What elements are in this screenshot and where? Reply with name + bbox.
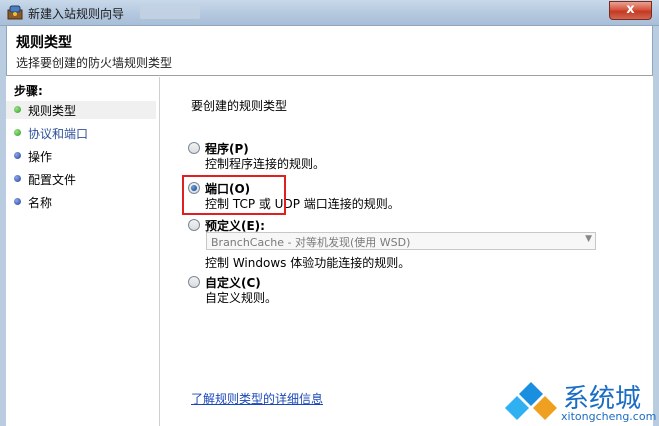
firewall-wizard-icon	[7, 5, 23, 20]
page-subtitle: 选择要创建的防火墙规则类型	[16, 56, 173, 70]
step-status-dot	[14, 129, 21, 136]
wizard-header: 规则类型 选择要创建的防火墙规则类型	[6, 26, 653, 76]
step-action[interactable]: 操作	[6, 147, 156, 165]
step-label: 配置文件	[28, 173, 77, 187]
highlight-annotation	[182, 175, 286, 215]
step-protocol-port[interactable]: 协议和端口	[6, 124, 156, 142]
page-title: 规则类型	[16, 35, 72, 51]
step-label: 协议和端口	[28, 127, 89, 141]
window-title: 新建入站规则向导	[28, 7, 125, 21]
predefined-select-value: BranchCache - 对等机发现(使用 WSD)	[211, 236, 411, 249]
steps-label: 步骤:	[14, 84, 43, 98]
predefined-select[interactable]: BranchCache - 对等机发现(使用 WSD) ▼	[206, 232, 596, 250]
option-desc: 控制 Windows 体验功能连接的规则。	[205, 256, 411, 270]
site-watermark: 系统城 xitongcheng.com	[505, 378, 657, 424]
step-label: 规则类型	[28, 104, 77, 118]
step-status-dot	[14, 175, 21, 182]
radio-custom[interactable]	[188, 276, 200, 288]
main-content: 要创建的规则类型 程序(P) 控制程序连接的规则。 端口(O) 控制 TCP 或…	[161, 77, 653, 426]
step-status-dot	[14, 106, 21, 113]
radio-predefined[interactable]	[188, 219, 200, 231]
title-bar: 新建入站规则向导 x	[0, 0, 659, 26]
option-desc: 自定义规则。	[205, 291, 278, 305]
steps-pane: 步骤: 规则类型 协议和端口 操作 配置文件 名称	[6, 77, 160, 426]
blurred-region	[140, 6, 200, 19]
rule-type-question: 要创建的规则类型	[191, 99, 288, 113]
radio-program[interactable]	[188, 142, 200, 154]
chevron-down-icon: ▼	[585, 234, 592, 244]
close-button[interactable]: x	[609, 1, 652, 20]
step-label: 名称	[28, 196, 53, 210]
step-status-dot	[14, 152, 21, 159]
learn-more-link[interactable]: 了解规则类型的详细信息	[191, 390, 323, 407]
step-rule-type[interactable]: 规则类型	[6, 101, 156, 119]
watermark-url: xitongcheng.com	[561, 410, 657, 423]
window-frame-right	[653, 26, 659, 426]
option-desc: 控制程序连接的规则。	[205, 157, 326, 171]
step-status-dot	[14, 198, 21, 205]
step-name[interactable]: 名称	[6, 193, 156, 211]
step-profile[interactable]: 配置文件	[6, 170, 156, 188]
watermark-logo-icon	[505, 382, 557, 420]
step-label: 操作	[28, 150, 53, 164]
